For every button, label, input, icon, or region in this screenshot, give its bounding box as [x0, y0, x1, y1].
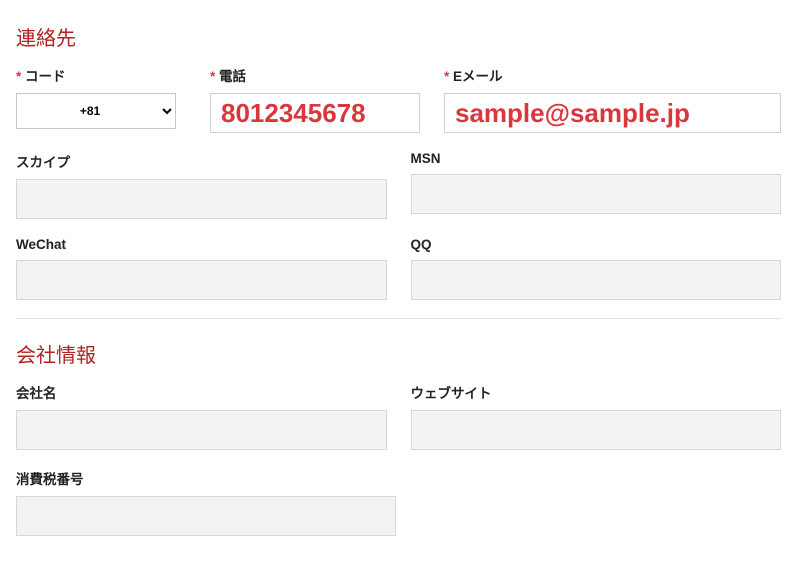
wechat-input[interactable]: [16, 260, 387, 300]
company-section-title: 会社情報: [16, 339, 781, 368]
email-field: Eメール: [444, 65, 781, 133]
email-label: Eメール: [444, 65, 781, 85]
wechat-field: WeChat: [16, 237, 387, 300]
section-divider: [16, 318, 781, 319]
company-row-1: 会社名 ウェブサイト: [16, 382, 781, 450]
contact-section-title: 連絡先: [16, 22, 781, 51]
skype-field: スカイプ: [16, 151, 387, 219]
website-field: ウェブサイト: [411, 382, 782, 450]
vat-label: 消費税番号: [16, 468, 396, 488]
qq-input[interactable]: [411, 260, 782, 300]
website-label: ウェブサイト: [411, 382, 782, 402]
msn-field: MSN: [411, 151, 782, 219]
code-field: コード +81: [16, 65, 186, 133]
company-name-input[interactable]: [16, 410, 387, 450]
code-select[interactable]: +81: [16, 93, 176, 129]
email-input[interactable]: [444, 93, 781, 133]
vat-field: 消費税番号: [16, 468, 396, 536]
company-name-field: 会社名: [16, 382, 387, 450]
code-label: コード: [16, 65, 186, 85]
skype-label: スカイプ: [16, 151, 387, 171]
qq-label: QQ: [411, 237, 782, 252]
contact-row-2: スカイプ MSN: [16, 151, 781, 219]
contact-row-3: WeChat QQ: [16, 237, 781, 300]
phone-label: 電話: [210, 65, 420, 85]
msn-label: MSN: [411, 151, 782, 166]
phone-field: 電話: [210, 65, 420, 133]
phone-input[interactable]: [210, 93, 420, 133]
msn-input[interactable]: [411, 174, 782, 214]
vat-input[interactable]: [16, 496, 396, 536]
skype-input[interactable]: [16, 179, 387, 219]
contact-row-1: コード +81 電話 Eメール: [16, 65, 781, 133]
qq-field: QQ: [411, 237, 782, 300]
wechat-label: WeChat: [16, 237, 387, 252]
company-name-label: 会社名: [16, 382, 387, 402]
website-input[interactable]: [411, 410, 782, 450]
company-row-2: 消費税番号: [16, 468, 781, 536]
